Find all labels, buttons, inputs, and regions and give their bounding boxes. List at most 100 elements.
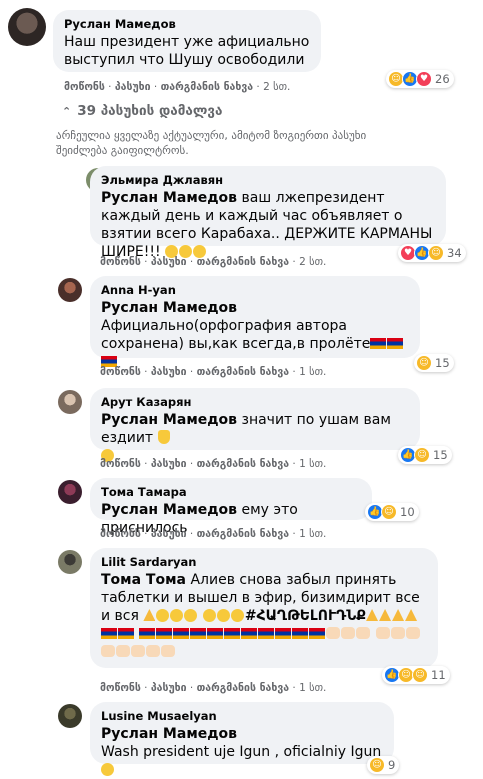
reply-author[interactable]: Anna H-yan	[101, 283, 409, 297]
reply-bubble: Тома Тамара Руслан Мамедов ему это присн…	[90, 478, 372, 536]
laughing-emoji-icon	[184, 609, 198, 622]
like-button[interactable]: მოწონს	[100, 458, 141, 470]
reply-bubble: Lilit Sardaryan Тома Тома Алиев снова за…	[90, 548, 438, 668]
reply-author[interactable]: Арут Казарян	[101, 395, 409, 409]
mention-link[interactable]: Руслан Мамедов	[101, 412, 237, 428]
comment-actions: მოწონს · პასუხი · თარგმანის ნახვა · 2 სთ…	[64, 81, 291, 93]
haha-icon: ☺	[416, 355, 432, 371]
reaction-summary[interactable]: 👍 ☺ 15	[398, 446, 452, 464]
like-button[interactable]: მოწონს	[100, 528, 141, 540]
reaction-summary[interactable]: 👍 ☺ 10	[365, 503, 419, 521]
laughing-emoji-icon	[101, 763, 114, 776]
laughing-emoji-icon	[216, 609, 230, 622]
reply-button[interactable]: პასუხი	[151, 458, 187, 470]
reply-button[interactable]: პასუხი	[151, 528, 187, 540]
like-button[interactable]: მოწონს	[100, 256, 141, 268]
reaction-count: 15	[433, 448, 448, 462]
timestamp[interactable]: 1 სთ.	[299, 458, 326, 470]
reply-bubble: Lusine Musaelyan Руслан Мамедов Wash pre…	[90, 702, 394, 776]
praying-hands-icon	[379, 609, 392, 621]
hide-replies-label: 39 პასუხის დამალვა	[77, 103, 223, 119]
like-button[interactable]: მოწონს	[100, 366, 141, 378]
reply-author[interactable]: Тома Тамара	[101, 485, 361, 499]
reaction-count: 26	[435, 72, 450, 86]
avatar[interactable]	[58, 550, 82, 574]
reaction-count: 9	[388, 758, 396, 772]
reaction-summary[interactable]: ☺ 👍 ♥ 26	[386, 70, 454, 88]
haha-icon: ☺	[369, 757, 385, 773]
flexed-bicep-icon	[161, 645, 175, 657]
chevron-up-icon: ⌃	[62, 105, 72, 118]
armenia-flag-icon	[207, 628, 224, 639]
reply-button[interactable]: პასუხი	[115, 81, 151, 93]
avatar[interactable]	[58, 390, 82, 414]
armenia-flag-icon	[190, 628, 207, 639]
reply-author[interactable]: Эльмира Джлавян	[99, 173, 435, 187]
laughing-emoji-icon	[156, 609, 170, 622]
reaction-count: 10	[400, 505, 415, 519]
translate-link[interactable]: თარგმანის ნახვა	[197, 366, 289, 378]
reaction-summary[interactable]: ☺ 9	[367, 756, 400, 774]
avatar[interactable]	[58, 278, 82, 302]
reaction-count: 15	[435, 356, 450, 370]
comment-author[interactable]: Руслан Мамедов	[64, 17, 310, 31]
genie-icon	[143, 609, 156, 621]
reply-actions: მოწონს · პასუხი · თარგმანის ნახვა · 2 სთ…	[100, 256, 327, 268]
reaction-count: 34	[447, 246, 462, 260]
armenia-flag-icon	[224, 628, 241, 639]
reaction-summary[interactable]: ♥ 👍 ☺ 34	[398, 244, 466, 262]
praying-hands-icon	[392, 609, 405, 621]
avatar[interactable]	[58, 480, 82, 504]
translate-link[interactable]: თარგმანის ნახვა	[197, 458, 289, 470]
avatar[interactable]	[58, 704, 82, 728]
armenia-flag-icon	[292, 628, 309, 639]
hide-replies-toggle[interactable]: ⌃ 39 პასუხის დამალვა	[62, 103, 222, 119]
care-icon: ☺	[412, 667, 428, 683]
avatar[interactable]	[8, 8, 46, 46]
armenia-flag-icon	[101, 628, 117, 639]
mention-link[interactable]: Руслан Мамедов	[101, 502, 237, 518]
mention-link[interactable]: Руслан Мамедов	[101, 726, 237, 742]
reaction-summary[interactable]: ☺ 15	[414, 354, 454, 372]
haha-icon: ☺	[414, 447, 430, 463]
translate-link[interactable]: თარგმანის ნახვა	[197, 682, 289, 694]
mention-link[interactable]: Тома Тома	[101, 572, 186, 588]
translate-link[interactable]: თარგმანის ნახვა	[197, 256, 289, 268]
reply-author[interactable]: Lusine Musaelyan	[101, 709, 383, 723]
laughing-emoji-icon	[230, 609, 244, 622]
reply-text: Тома Тома Алиев снова забыл принять табл…	[101, 571, 427, 661]
armenia-flag-icon	[156, 628, 173, 639]
translate-link[interactable]: თარგმანის ნახვა	[197, 528, 289, 540]
hashtag-link[interactable]: #ՀԱՂԹԵԼՈՒԴՆՔ	[245, 608, 366, 624]
timestamp[interactable]: 2 სთ.	[299, 256, 326, 268]
reply-button[interactable]: პასუხი	[151, 256, 187, 268]
reply-bubble: Anna H-yan Руслан Мамедов Афициально(орф…	[90, 276, 420, 367]
like-button[interactable]: მოწონს	[100, 682, 141, 694]
like-button[interactable]: მოწონს	[64, 81, 105, 93]
reply-button[interactable]: პასუხი	[151, 682, 187, 694]
flexed-bicep-icon	[375, 627, 390, 639]
flexed-bicep-icon	[390, 627, 405, 639]
reply-bubble: Арут Казарян Руслан Мамедов значит по уш…	[90, 388, 420, 462]
flexed-bicep-icon	[405, 627, 420, 639]
armenia-flag-icon	[258, 628, 275, 639]
reply-author[interactable]: Lilit Sardaryan	[101, 555, 427, 569]
flexed-bicep-icon	[146, 645, 160, 657]
timestamp[interactable]: 2 სთ.	[263, 81, 290, 93]
flexed-bicep-icon	[101, 645, 115, 657]
reaction-count: 11	[431, 668, 446, 682]
love-icon: ♥	[416, 71, 432, 87]
reply-actions: მოწონს · პასუხი · თარგმანის ნახვა · 1 სთ…	[100, 458, 327, 470]
timestamp[interactable]: 1 სთ.	[299, 682, 326, 694]
reply-text: Руслан Мамедов ваш лжепрезидент каждый д…	[101, 190, 433, 260]
timestamp[interactable]: 1 სთ.	[299, 366, 326, 378]
translate-link[interactable]: თარგმანის ნახვა	[161, 81, 253, 93]
mention-link[interactable]: Руслан Мамедов	[101, 300, 237, 316]
reply-actions: მოწონს · პასუხი · თარგმანის ნახვა · 1 სთ…	[100, 528, 327, 540]
mention-link[interactable]: Руслан Мамедов	[101, 190, 237, 206]
armenia-flag-icon	[275, 628, 292, 639]
reply-button[interactable]: პასუხი	[151, 366, 187, 378]
comment-text: Наш президент уже афициально выступил чт…	[64, 34, 310, 68]
timestamp[interactable]: 1 სთ.	[299, 528, 326, 540]
reaction-summary[interactable]: 👍 ☺ ☺ 11	[382, 666, 450, 684]
